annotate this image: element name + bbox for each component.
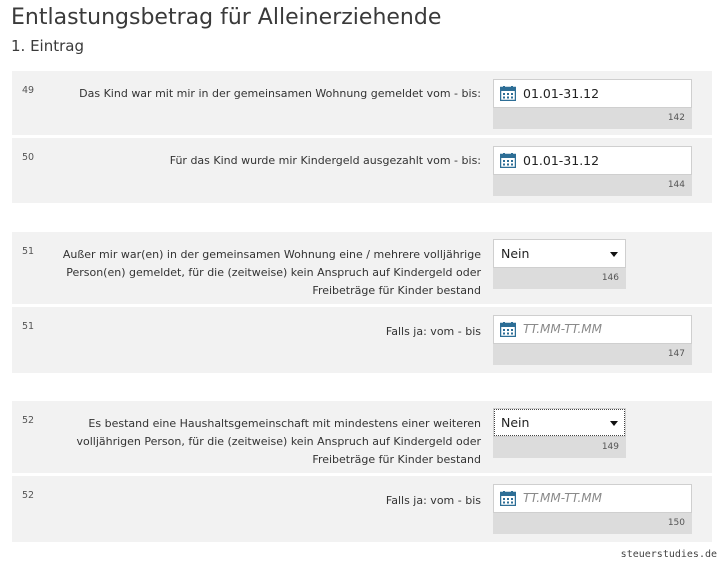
date-range-input[interactable]: TT.MM-TT.MM [493, 484, 692, 513]
form-row-51-volljaehrige-person: 51 Außer mir war(en) in der gemeinsamen … [12, 232, 712, 304]
date-range-value: 01.01-31.12 [523, 86, 600, 101]
form-row-51-zeitraum: 51 Falls ja: vom - bis TT.MM-TT.MM 147 [12, 307, 712, 373]
form-row-52-haushaltsgemeinschaft: 52 Es bestand eine Haushaltsgemeinschaft… [12, 401, 712, 473]
field-code: 142 [493, 108, 692, 129]
caret-down-icon[interactable] [610, 421, 618, 426]
form-row-49-wohnung: 49 Das Kind war mit mir in der gemeinsam… [12, 71, 712, 135]
field-code: 144 [493, 175, 692, 196]
date-range-input[interactable]: 01.01-31.12 [493, 79, 692, 108]
field-code: 150 [493, 513, 692, 534]
yes-no-select[interactable]: Nein [493, 408, 626, 437]
select-value: Nein [501, 415, 530, 430]
line-number: 51 [22, 321, 35, 332]
field-label: Falls ja: vom - bis [385, 494, 481, 507]
field-code: 146 [493, 268, 626, 289]
field-label: Falls ja: vom - bis [385, 325, 481, 338]
field-label: Außer mir war(en) in der gemeinsamen Woh… [62, 248, 481, 297]
yes-no-select[interactable]: Nein [493, 239, 626, 268]
page-title: Entlastungsbetrag für Alleinerziehende [11, 5, 442, 30]
date-range-placeholder: TT.MM-TT.MM [523, 322, 602, 336]
calendar-icon[interactable] [500, 322, 516, 337]
line-number: 52 [22, 490, 35, 501]
date-range-value: 01.01-31.12 [523, 153, 600, 168]
form-row-50-kindergeld: 50 Für das Kind wurde mir Kindergeld aus… [12, 138, 712, 203]
page-subtitle: 1. Eintrag [11, 37, 84, 55]
caret-down-icon[interactable] [610, 252, 618, 257]
date-range-input[interactable]: 01.01-31.12 [493, 146, 692, 175]
line-number: 50 [22, 152, 35, 163]
date-range-input[interactable]: TT.MM-TT.MM [493, 315, 692, 344]
field-code: 147 [493, 344, 692, 365]
form-row-52-zeitraum: 52 Falls ja: vom - bis TT.MM-TT.MM 150 [12, 476, 712, 542]
line-number: 51 [22, 246, 35, 257]
date-range-placeholder: TT.MM-TT.MM [523, 491, 602, 505]
field-label: Für das Kind wurde mir Kindergeld ausgez… [169, 154, 481, 167]
field-label: Es bestand eine Haushaltsgemeinschaft mi… [76, 417, 481, 466]
calendar-icon[interactable] [500, 86, 516, 101]
calendar-icon[interactable] [500, 491, 516, 506]
field-label: Das Kind war mit mir in der gemeinsamen … [79, 87, 481, 100]
watermark: steuerstudies.de [620, 549, 717, 560]
line-number: 52 [22, 415, 35, 426]
select-value: Nein [501, 246, 530, 261]
field-code: 149 [493, 437, 626, 458]
line-number: 49 [22, 85, 35, 96]
calendar-icon[interactable] [500, 153, 516, 168]
